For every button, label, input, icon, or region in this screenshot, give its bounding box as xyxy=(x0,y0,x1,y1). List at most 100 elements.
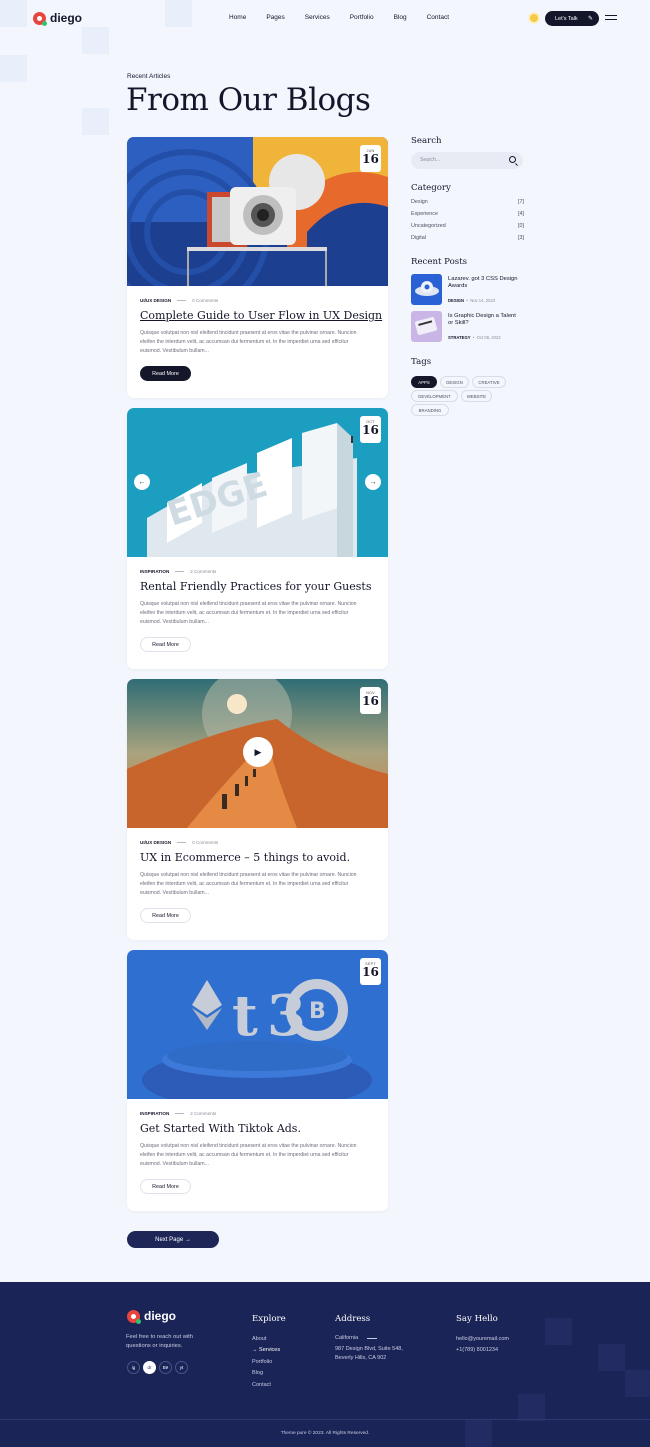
play-video-icon[interactable]: ▶ xyxy=(243,737,273,767)
recent-post-title[interactable]: Is Graphic Design a Talent or Skill? xyxy=(448,313,518,327)
post-date-badge: OCT 16 xyxy=(360,416,381,443)
tags-heading: Tags xyxy=(411,357,432,367)
footer-link-label: Services xyxy=(259,1347,281,1353)
section-eyebrow: Recent Articles xyxy=(127,73,171,80)
post-image-edge[interactable]: EDGE OCT 16 ← → xyxy=(127,408,388,557)
recent-post-meta: STRATEGY • Oct 08, 2023 xyxy=(448,335,501,340)
post-date-badge: SEPT 16 xyxy=(360,958,381,985)
bg-tile xyxy=(625,1370,650,1397)
category-item[interactable]: Experience [4] xyxy=(411,211,524,217)
recent-post-category: STRATEGY xyxy=(448,335,471,340)
recent-post-thumbnail[interactable] xyxy=(411,274,442,305)
dribbble-icon[interactable]: dr xyxy=(143,1361,156,1374)
svg-text:t: t xyxy=(232,983,258,1049)
search-icon[interactable] xyxy=(509,156,516,163)
theme-toggle-sun-icon[interactable] xyxy=(530,14,538,22)
footer-link-contact[interactable]: Contact xyxy=(252,1382,271,1388)
tag-design[interactable]: DESIGN xyxy=(440,376,469,388)
post-comments: 2 Comments xyxy=(190,1111,217,1116)
post-title[interactable]: Complete Guide to User Flow in UX Design xyxy=(140,309,382,322)
address-line-1: 987 Design Blvd, Suite 548, xyxy=(335,1346,403,1352)
say-hello-heading: Say Hello xyxy=(456,1314,498,1324)
copyright-text: Theme pure © 2023. All Rights Reserved. xyxy=(280,1431,370,1436)
footer-email[interactable]: hello@youremail.com xyxy=(456,1336,509,1342)
post-image-desert-video[interactable]: NOV 16 ▶ xyxy=(127,679,388,828)
nav-item-blog[interactable]: Blog xyxy=(394,14,407,21)
svg-text:B: B xyxy=(309,999,326,1024)
tag-apps[interactable]: APPS xyxy=(411,376,437,388)
post-category[interactable]: UI/UX DESIGN xyxy=(140,298,171,303)
tag-website[interactable]: WEBSITE xyxy=(461,390,492,402)
recent-post-item[interactable]: Is Graphic Design a Talent or Skill? STR… xyxy=(411,311,531,343)
footer-link-blog[interactable]: Blog xyxy=(252,1370,263,1376)
post-date-badge: NOV 16 xyxy=(360,687,381,714)
category-heading: Category xyxy=(411,183,451,193)
nav-item-home[interactable]: Home xyxy=(229,14,246,21)
post-excerpt: Quisque volutpat non nisl eleifend tinci… xyxy=(140,330,357,354)
post-day: 16 xyxy=(362,152,379,166)
explore-heading: Explore xyxy=(252,1314,286,1324)
menu-hamburger-icon[interactable] xyxy=(605,15,617,22)
post-day: 16 xyxy=(362,423,379,437)
post-title[interactable]: Get Started With Tiktok Ads. xyxy=(140,1122,301,1135)
post-day: 16 xyxy=(362,965,379,979)
logo-icon xyxy=(33,11,47,26)
blog-card: EDGE OCT 16 ← → INSPIRATION 2 Comments R… xyxy=(127,408,388,669)
category-item[interactable]: Uncategorized [0] xyxy=(411,223,524,229)
recent-post-title[interactable]: Lazarev. got 3 CSS Design Awards xyxy=(448,276,518,290)
recent-post-thumbnail[interactable] xyxy=(411,311,442,342)
address-heading: Address xyxy=(335,1314,371,1324)
post-category[interactable]: INSPIRATION xyxy=(140,569,169,574)
blog-card: t 3 B SEPT 16 INSPIRATION 2 Comments Get… xyxy=(127,950,388,1211)
read-more-button[interactable]: Read More xyxy=(140,366,191,381)
post-image-crypto[interactable]: t 3 B SEPT 16 xyxy=(127,950,388,1099)
carousel-prev-arrow-icon[interactable]: ← xyxy=(134,474,150,490)
nav-item-portfolio[interactable]: Portfolio xyxy=(350,14,374,21)
post-title[interactable]: UX in Ecommerce – 5 things to avoid. xyxy=(140,851,350,864)
recent-post-item[interactable]: Lazarev. got 3 CSS Design Awards DESIGN … xyxy=(411,274,531,306)
youtube-icon[interactable]: yt xyxy=(175,1361,188,1374)
post-title[interactable]: Rental Friendly Practices for your Guest… xyxy=(140,580,372,593)
nav-item-services[interactable]: Services xyxy=(305,14,330,21)
post-image-3d-camera[interactable]: JUN 16 xyxy=(127,137,388,286)
pencil-icon: ✎ xyxy=(587,16,593,22)
bg-tile xyxy=(0,55,27,82)
bg-tile xyxy=(518,1394,545,1421)
footer-link-portfolio[interactable]: Portfolio xyxy=(252,1359,272,1365)
category-item[interactable]: Design [7] xyxy=(411,199,524,205)
read-more-button[interactable]: Read More xyxy=(140,908,191,923)
footer-phone[interactable]: +1(789) 8001234 xyxy=(456,1347,498,1353)
arrow-right-icon: → xyxy=(252,1347,258,1353)
footer-link-about[interactable]: About xyxy=(252,1336,266,1342)
behance-icon[interactable]: Bē xyxy=(159,1361,172,1374)
footer-link-services[interactable]: → Services xyxy=(252,1347,280,1353)
footer-logo[interactable]: diego xyxy=(127,1309,176,1324)
tag-development[interactable]: DEVELOPMENT xyxy=(411,390,458,402)
lets-talk-label: Let's Talk xyxy=(555,15,578,22)
instagram-icon[interactable]: ig xyxy=(127,1361,140,1374)
nav-item-contact[interactable]: Contact xyxy=(427,14,449,21)
lets-talk-button[interactable]: Let's Talk ✎ xyxy=(545,11,599,26)
category-name: Design xyxy=(411,199,428,205)
post-meta: UI/UX DESIGN 0 Comments xyxy=(140,298,218,303)
post-meta: INSPIRATION 2 Comments xyxy=(140,569,216,574)
nav-item-pages[interactable]: Pages xyxy=(266,14,284,21)
category-count: [3] xyxy=(518,235,524,241)
post-comments: 0 Comments xyxy=(192,298,219,303)
tag-creative[interactable]: CREATIVE xyxy=(472,376,506,388)
post-comments: 0 Comments xyxy=(192,840,219,845)
post-category[interactable]: INSPIRATION xyxy=(140,1111,169,1116)
search-input[interactable]: Search... xyxy=(411,152,523,169)
post-category[interactable]: UI/UX DESIGN xyxy=(140,840,171,845)
logo-icon xyxy=(127,1309,141,1324)
read-more-button[interactable]: Read More xyxy=(140,637,191,652)
footer-divider xyxy=(0,1419,650,1420)
tag-branding[interactable]: BRANDING xyxy=(411,404,449,416)
post-date-badge: JUN 16 xyxy=(360,145,381,172)
carousel-next-arrow-icon[interactable]: → xyxy=(365,474,381,490)
brand-logo[interactable]: diego xyxy=(33,11,82,26)
category-item[interactable]: Digital [3] xyxy=(411,235,524,241)
read-more-button[interactable]: Read More xyxy=(140,1179,191,1194)
next-page-button[interactable]: Next Page → xyxy=(127,1231,219,1248)
footer-brand-name: diego xyxy=(144,1309,176,1323)
